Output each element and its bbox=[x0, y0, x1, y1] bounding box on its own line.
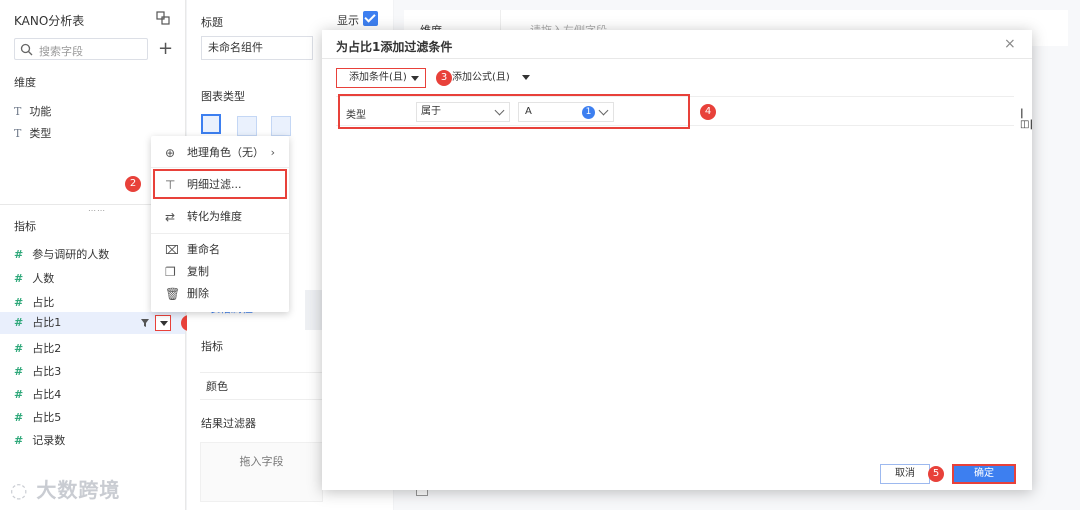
measure-item[interactable]: # 占比5 bbox=[14, 409, 61, 425]
dataset-title: KANO分析表 bbox=[14, 14, 85, 28]
search-placeholder: 搜索字段 bbox=[39, 45, 83, 58]
menu-item-delete[interactable]: 🗑 删除 bbox=[159, 283, 283, 305]
number-field-icon: # bbox=[14, 272, 24, 285]
menu-divider bbox=[151, 167, 289, 168]
result-filter-label: 结果过滤器 bbox=[201, 417, 256, 430]
table-chart-icon[interactable] bbox=[201, 114, 221, 134]
menu-item-convert-dimension[interactable]: ⇄ 转化为维度 bbox=[159, 206, 283, 228]
add-condition-button[interactable]: 添加条件(且) bbox=[336, 68, 426, 88]
highlight-condition bbox=[338, 94, 690, 129]
show-checkbox[interactable] bbox=[363, 11, 378, 26]
dialog-title: 为占比1添加过滤条件 bbox=[336, 40, 453, 54]
calc-field-icon: # bbox=[14, 388, 24, 401]
measure-item[interactable]: # 记录数 bbox=[14, 432, 65, 448]
measure-item[interactable]: # 占比3 bbox=[14, 363, 61, 379]
dimension-item[interactable]: T 类型 bbox=[14, 125, 51, 141]
dimension-item[interactable]: T 功能 bbox=[14, 103, 51, 119]
calc-field-icon: # bbox=[14, 434, 24, 447]
number-field-icon: # bbox=[14, 296, 24, 309]
copy-icon: ❐ bbox=[165, 265, 176, 279]
globe-icon: ⊕ bbox=[165, 146, 176, 160]
highlight-detail-filter bbox=[153, 169, 287, 199]
menu-item-copy[interactable]: ❐ 复制 bbox=[159, 261, 283, 283]
detail-table-icon[interactable] bbox=[271, 116, 291, 136]
calc-field-icon: # bbox=[14, 411, 24, 424]
filter-dialog: 为占比1添加过滤条件 × 添加条件(且) 3 添加公式(且) 类型 属于 A 1… bbox=[322, 30, 1033, 490]
measure-item[interactable]: # 参与调研的人数 bbox=[14, 246, 109, 262]
close-icon[interactable]: × bbox=[1004, 36, 1016, 52]
caret-down-icon bbox=[522, 75, 530, 80]
measure-field-label: 指标 bbox=[201, 340, 223, 353]
field-menu-dropdown[interactable] bbox=[155, 315, 171, 331]
chart-type-label: 图表类型 bbox=[201, 90, 245, 103]
calc-field-icon: # bbox=[14, 342, 24, 355]
rename-icon: ⌧ bbox=[165, 243, 179, 257]
calc-field-icon: # bbox=[14, 365, 24, 378]
calc-field-icon: # bbox=[14, 316, 24, 329]
step-badge-5: 5 bbox=[928, 466, 944, 482]
show-label: 显示 bbox=[337, 14, 359, 27]
measure-section-label: 指标 bbox=[14, 220, 36, 233]
title-label: 标题 bbox=[201, 16, 223, 29]
menu-divider bbox=[151, 233, 289, 234]
switch-dataset-icon[interactable] bbox=[156, 11, 170, 25]
watermark: ◌ 大数跨境 bbox=[10, 478, 121, 502]
add-formula-button[interactable]: 添加公式(且) bbox=[452, 68, 532, 88]
caret-down-icon bbox=[411, 76, 419, 81]
measure-item[interactable]: # 占比2 bbox=[14, 340, 61, 356]
color-field[interactable]: 颜色 bbox=[200, 372, 323, 400]
cross-table-icon[interactable] bbox=[237, 116, 257, 136]
chevron-right-icon: › bbox=[270, 146, 275, 159]
swap-icon: ⇄ bbox=[165, 210, 176, 224]
measure-item[interactable]: # 占比 bbox=[14, 294, 54, 310]
title-input[interactable]: 未命名组件 bbox=[201, 36, 313, 60]
ok-button[interactable]: 确定 bbox=[952, 464, 1016, 484]
step-badge-2: 2 bbox=[125, 176, 141, 192]
measure-item[interactable]: # 占比4 bbox=[14, 386, 61, 402]
text-field-icon: T bbox=[14, 105, 22, 118]
add-field-icon[interactable]: + bbox=[158, 38, 173, 60]
step-badge-3: 3 bbox=[436, 70, 452, 86]
field-context-menu: ⊕ 地理角色（无） › ⊤ 明细过滤... 2 ⇄ 转化为维度 ⌧ 重命名 ❐ 复制 🗑 删除 bbox=[125, 136, 289, 312]
text-field-icon: T bbox=[14, 127, 22, 140]
measure-item[interactable]: # 人数 bbox=[14, 270, 54, 286]
wechat-logo-icon: ◌ bbox=[10, 478, 37, 502]
row-action-icon[interactable]: |◫| bbox=[1020, 108, 1033, 130]
search-icon bbox=[20, 43, 33, 56]
tab-edge bbox=[305, 290, 323, 330]
search-input[interactable]: 搜索字段 bbox=[14, 38, 148, 60]
filter-applied-icon bbox=[141, 319, 149, 327]
dimension-section-label: 维度 bbox=[14, 76, 36, 89]
cancel-button[interactable]: 取消 bbox=[880, 464, 930, 484]
number-field-icon: # bbox=[14, 248, 24, 261]
dialog-divider bbox=[322, 58, 1032, 59]
menu-item-rename[interactable]: ⌧ 重命名 bbox=[159, 239, 283, 261]
menu-item-geo-role[interactable]: ⊕ 地理角色（无） › bbox=[159, 142, 283, 164]
result-filter-dropzone[interactable]: 拖入字段 bbox=[200, 442, 323, 502]
trash-icon: 🗑 bbox=[165, 287, 181, 301]
step-badge-4: 4 bbox=[700, 104, 716, 120]
resize-handle[interactable]: ⋯⋯ bbox=[88, 206, 106, 215]
